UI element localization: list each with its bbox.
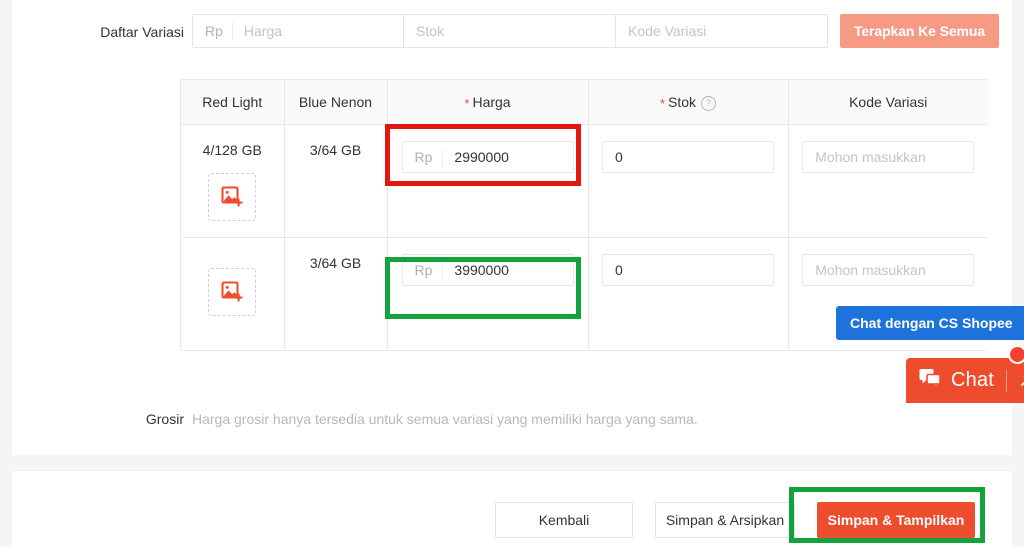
footer-button-group: Kembali Simpan & Arsipkan Simpan & Tampi… (495, 502, 975, 538)
section-gap (0, 455, 1024, 470)
table-row: 4/128 GB 3/64 GB Rp 2990000 0 Mohon masu… (181, 124, 988, 238)
header-code-label: Kode Variasi (849, 94, 928, 110)
bulk-price-input[interactable]: Rp Harga (192, 14, 404, 48)
option2-value: 3/64 GB (309, 142, 362, 158)
back-button[interactable]: Kembali (495, 502, 633, 538)
cell-price: Rp 3990000 (387, 237, 589, 350)
chat-divider (1006, 369, 1008, 392)
stock-input[interactable]: 0 (602, 141, 774, 173)
apply-to-all-button[interactable]: Terapkan Ke Semua (840, 14, 999, 48)
cell-price: Rp 2990000 (387, 124, 589, 238)
bulk-code-placeholder: Kode Variasi (628, 23, 707, 39)
cell-option1 (181, 237, 285, 350)
option1-value: 4/128 GB (202, 142, 262, 158)
bulk-stock-placeholder: Stok (416, 23, 445, 39)
image-upload-slot[interactable] (208, 268, 257, 316)
chat-bubble-icon (918, 367, 942, 394)
price-value: 2990000 (454, 149, 509, 165)
cell-stock: 0 (588, 237, 789, 350)
required-asterisk-icon: * (659, 95, 666, 111)
footer-action-bar: Kembali Simpan & Arsipkan Simpan & Tampi… (12, 470, 1012, 547)
help-circle-icon[interactable]: ? (701, 95, 717, 111)
header-stock-label: Stok (668, 93, 697, 110)
bulk-apply-row: Daftar Variasi Rp Harga Stok Kode Varias… (12, 14, 1012, 70)
save-and-publish-button[interactable]: Simpan & Tampilkan (817, 502, 975, 538)
cell-stock: 0 (588, 124, 789, 238)
header-price-label: Harga (472, 93, 511, 110)
currency-prefix: Rp (403, 148, 444, 166)
chat-notification-badge[interactable] (1008, 345, 1024, 364)
variation-card: Daftar Variasi Rp Harga Stok Kode Varias… (12, 0, 1012, 455)
variation-code-input[interactable]: Mohon masukkan (802, 141, 975, 173)
header-option2: Blue Nenon (284, 80, 388, 125)
image-add-icon (221, 186, 243, 207)
bulk-stock-input[interactable]: Stok (404, 14, 616, 48)
cell-option2: 3/64 GB (284, 237, 388, 350)
price-input[interactable]: Rp 3990000 (401, 254, 574, 286)
chat-widget-label: Chat (951, 369, 995, 391)
image-upload-slot[interactable] (208, 173, 257, 221)
image-add-icon (221, 281, 243, 302)
header-price: * Harga (387, 80, 589, 125)
table-header-row: Red Light Blue Nenon * Harga * Stok? Kode (181, 80, 988, 125)
variation-list-label: Daftar Variasi (100, 24, 184, 40)
required-asterisk-icon: * (464, 95, 470, 111)
expand-icon[interactable] (1018, 372, 1024, 389)
price-input[interactable]: Rp 2990000 (401, 141, 574, 173)
page-root: Daftar Variasi Rp Harga Stok Kode Varias… (0, 0, 1024, 547)
variation-code-input[interactable]: Mohon masukkan (802, 254, 975, 286)
cell-code: Mohon masukkan (788, 124, 988, 238)
wholesale-note: Harga grosir hanya tersedia untuk semua … (192, 411, 698, 427)
cell-option1: 4/128 GB (181, 124, 285, 238)
chat-with-cs-button[interactable]: Chat dengan CS Shopee (836, 306, 1024, 340)
wholesale-row: Grosir Harga grosir hanya tersedia untuk… (12, 406, 1012, 436)
currency-prefix: Rp (403, 261, 444, 279)
header-stock: * Stok? (588, 80, 789, 125)
header-option1: Red Light (181, 80, 285, 125)
price-value: 3990000 (454, 262, 509, 278)
currency-prefix: Rp (193, 22, 233, 40)
cell-option2: 3/64 GB (284, 124, 388, 238)
bulk-input-group: Rp Harga Stok Kode Variasi (192, 14, 828, 48)
chat-with-cs-label: Chat dengan CS Shopee (850, 315, 1013, 331)
chat-widget[interactable]: Chat (906, 358, 1024, 403)
wholesale-label: Grosir (145, 411, 184, 427)
bulk-price-placeholder: Harga (243, 23, 283, 39)
stock-input[interactable]: 0 (602, 254, 774, 286)
bulk-code-input[interactable]: Kode Variasi (616, 14, 828, 48)
option2-value: 3/64 GB (309, 255, 362, 271)
save-and-archive-button[interactable]: Simpan & Arsipkan (655, 502, 795, 538)
header-option1-label: Red Light (202, 94, 263, 110)
header-option2-label: Blue Nenon (298, 94, 373, 110)
header-code: Kode Variasi (788, 80, 988, 125)
